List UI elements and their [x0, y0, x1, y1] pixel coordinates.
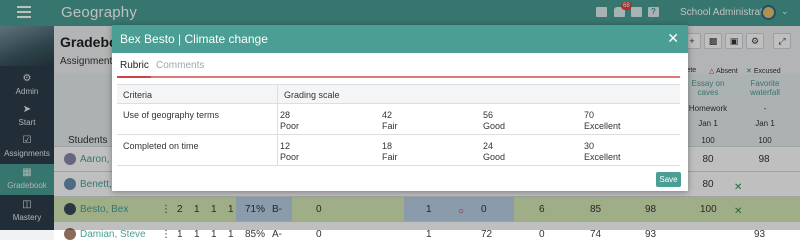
- level-points: 28: [280, 110, 291, 120]
- rubric-level[interactable]: 42 Fair: [382, 110, 398, 132]
- rubric-criteria: Completed on time: [123, 141, 199, 151]
- rubric-criteria: Use of geography terms: [123, 110, 220, 120]
- rubric-level[interactable]: 24 Good: [483, 141, 505, 163]
- level-label: Good: [483, 121, 506, 131]
- rubric-level[interactable]: 30 Excellent: [584, 141, 621, 163]
- level-points: 70: [584, 110, 595, 120]
- rubric-level[interactable]: 56 Good: [483, 110, 505, 132]
- grade-cell[interactable]: 74: [590, 229, 601, 240]
- modal-header: Bex Besto | Climate change ✕: [112, 25, 688, 53]
- level-label: Excellent: [584, 152, 621, 162]
- tab-comments[interactable]: Comments: [156, 60, 204, 71]
- count-cell: 1: [211, 229, 217, 240]
- level-label: Poor: [280, 121, 300, 131]
- count-cell: 1: [194, 229, 200, 240]
- tab-divider: [117, 76, 680, 78]
- criteria-header: Criteria: [123, 90, 153, 100]
- letter-grade-cell: A-: [272, 229, 282, 240]
- count-cell: 1: [228, 229, 234, 240]
- grade-cell[interactable]: 0: [316, 229, 322, 240]
- grade-cell[interactable]: 0: [539, 229, 545, 240]
- grade-cell[interactable]: 93: [645, 229, 656, 240]
- tab-rubric[interactable]: Rubric: [120, 60, 149, 71]
- rubric-level[interactable]: 70 Excellent: [584, 110, 621, 132]
- grading-scale-header: Grading scale: [284, 90, 340, 100]
- level-label: Fair: [382, 121, 398, 131]
- rubric-level[interactable]: 18 Fair: [382, 141, 398, 163]
- level-label: Fair: [382, 152, 398, 162]
- level-points: 42: [382, 110, 393, 120]
- active-tab-indicator: [117, 76, 151, 78]
- grade-cell[interactable]: 72: [481, 229, 492, 240]
- close-icon[interactable]: ✕: [667, 30, 679, 47]
- rubric-row: Completed on time 12 Poor 18 Fair 24 Goo…: [117, 135, 680, 166]
- rubric-level[interactable]: 28 Poor: [280, 110, 299, 132]
- rubric-header-row: Criteria Grading scale: [117, 84, 680, 104]
- level-points: 18: [382, 141, 393, 151]
- modal-tabs: Rubric Comments: [112, 54, 688, 78]
- rubric-row: Use of geography terms 28 Poor 42 Fair 5…: [117, 104, 680, 135]
- count-cell: 1: [177, 229, 183, 240]
- grade-cell[interactable]: 1: [426, 229, 432, 240]
- level-label: Poor: [280, 152, 300, 162]
- percentage-cell: 85%: [244, 229, 265, 240]
- rubric-level[interactable]: 12 Poor: [280, 141, 299, 163]
- level-points: 56: [483, 110, 494, 120]
- level-label: Good: [483, 152, 506, 162]
- modal-title: Bex Besto | Climate change: [120, 32, 268, 46]
- row-menu-icon[interactable]: ⋮: [161, 229, 171, 240]
- grade-cell[interactable]: 93: [754, 229, 765, 240]
- student-name[interactable]: Damian, Steve: [80, 229, 146, 240]
- save-button[interactable]: Save: [656, 172, 681, 187]
- level-label: Excellent: [584, 121, 621, 131]
- level-points: 30: [584, 141, 595, 151]
- level-points: 12: [280, 141, 291, 151]
- level-points: 24: [483, 141, 494, 151]
- rubric-modal: Bex Besto | Climate change ✕ Rubric Comm…: [112, 25, 688, 191]
